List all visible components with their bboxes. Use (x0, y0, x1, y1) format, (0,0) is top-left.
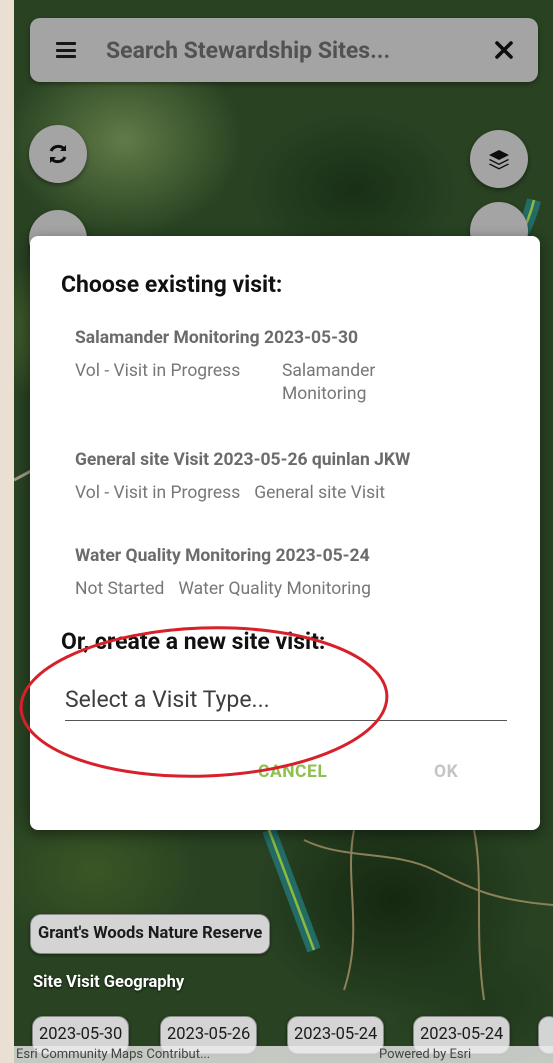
ok-button[interactable]: OK (434, 762, 458, 782)
visit-name: General site Visit 2023-05-26 quinlan JK… (75, 450, 411, 470)
visit-type: Water Quality Monitoring (178, 579, 371, 599)
map-attribution: Esri Community Maps Contribut... Powered… (14, 1046, 553, 1063)
visit-status: Vol - Visit in Progress (75, 483, 241, 503)
map-view[interactable]: Search Stewardship Sites... Grant's Wood… (14, 0, 553, 1063)
visit-status: Vol - Visit in Progress (75, 361, 241, 381)
visit-item[interactable]: Salamander Monitoring 2023-05-30 Vol - V… (75, 328, 515, 406)
visit-name: Water Quality Monitoring 2023-05-24 (75, 546, 370, 566)
visit-type: General site Visit (254, 483, 386, 503)
visit-item[interactable]: Water Quality Monitoring 2023-05-24 Not … (75, 546, 515, 601)
cancel-button[interactable]: CANCEL (258, 762, 327, 782)
visit-item[interactable]: General site Visit 2023-05-26 quinlan JK… (75, 450, 515, 505)
attribution-left: Esri Community Maps Contribut... (16, 1047, 211, 1062)
dialog-title: Choose existing visit: (61, 271, 283, 298)
reserve-name-chip[interactable]: Grant's Woods Nature Reserve (30, 914, 271, 954)
visit-type: Salamander Monitoring (282, 361, 376, 404)
visit-status: Not Started (75, 579, 165, 599)
visit-name: Salamander Monitoring 2023-05-30 (75, 328, 359, 348)
new-visit-title: Or, create a new site visit: (61, 628, 326, 655)
visit-type-select[interactable]: Select a Visit Type... (65, 678, 507, 721)
attribution-right: Powered by Esri (379, 1047, 472, 1062)
site-visit-geography-label: Site Visit Geography (33, 973, 185, 992)
choose-visit-dialog: Choose existing visit: Salamander Monito… (30, 236, 540, 830)
visit-type-select-placeholder: Select a Visit Type... (65, 686, 270, 713)
